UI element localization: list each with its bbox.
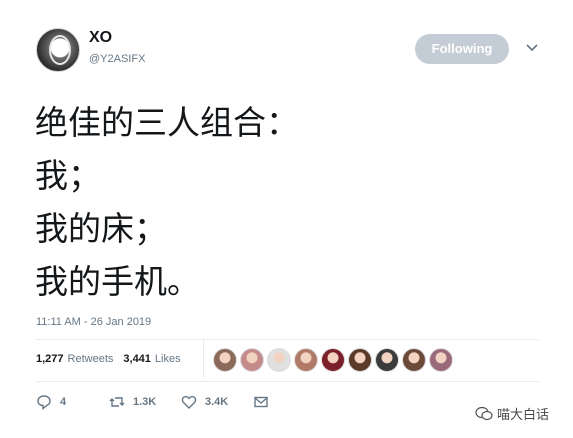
wechat-icon: [475, 406, 493, 421]
stats-separator: [203, 340, 204, 378]
like-icon: [181, 395, 197, 409]
like-button[interactable]: 3.4K: [181, 394, 228, 410]
reply-icon: [37, 395, 51, 410]
liker-avatar[interactable]: [402, 348, 426, 372]
author-handle[interactable]: @Y2ASIFX: [89, 53, 145, 65]
divider: [36, 339, 539, 340]
author-avatar[interactable]: [36, 28, 80, 72]
liker-avatars: [213, 348, 453, 372]
watermark: 喵大白话: [475, 404, 549, 423]
tweet-line: 我的床；: [35, 209, 167, 248]
reply-button[interactable]: 4: [36, 394, 66, 410]
liker-avatar[interactable]: [429, 348, 453, 372]
tweet-timestamp[interactable]: 11:11 AM - 26 Jan 2019: [36, 316, 151, 328]
liker-avatar[interactable]: [240, 348, 264, 372]
tweet-card: XO @Y2ASIFX Following 绝佳的三人组合： 我； 我的床； 我…: [0, 0, 573, 438]
likes-count[interactable]: 3,441: [123, 353, 151, 365]
watermark-text: 喵大白话: [497, 408, 550, 423]
tweet-line: 绝佳的三人组合：: [35, 103, 299, 142]
tweet-text: 绝佳的三人组合： 我； 我的床； 我的手机。: [35, 96, 535, 308]
liker-avatar[interactable]: [321, 348, 345, 372]
author-name[interactable]: XO: [89, 29, 112, 47]
liker-avatar[interactable]: [267, 348, 291, 372]
following-button[interactable]: Following: [415, 34, 509, 64]
chevron-down-icon[interactable]: [525, 40, 539, 54]
likes-label[interactable]: Likes: [155, 353, 181, 365]
retweet-icon: [109, 397, 125, 407]
message-icon: [254, 396, 268, 408]
retweet-count: 1.3K: [133, 396, 157, 408]
liker-avatar[interactable]: [213, 348, 237, 372]
retweets-label[interactable]: Retweets: [68, 353, 114, 365]
like-count: 3.4K: [205, 396, 229, 408]
tweet-line: 我；: [35, 156, 101, 195]
liker-avatar[interactable]: [348, 348, 372, 372]
tweet-line: 我的手机。: [35, 262, 200, 301]
retweets-count[interactable]: 1,277: [36, 353, 64, 365]
divider: [36, 381, 539, 382]
reply-count: 4: [60, 396, 67, 408]
tweet-stats: 1,277 Retweets 3,441 Likes: [36, 344, 191, 374]
liker-avatar[interactable]: [375, 348, 399, 372]
liker-avatar[interactable]: [294, 348, 318, 372]
retweet-button[interactable]: 1.3K: [109, 394, 156, 410]
direct-message-button[interactable]: [253, 394, 269, 410]
